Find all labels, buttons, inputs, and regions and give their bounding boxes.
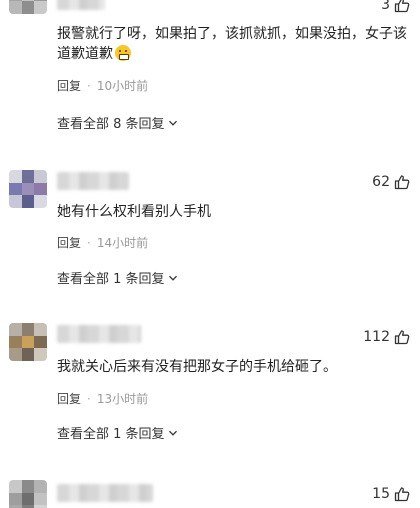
comment-item: 3 报警就行了呀，如果拍了，该抓就抓，如果没拍，女子该道歉道歉 回复 · 10小…	[0, 0, 420, 160]
like-button[interactable]: 15	[372, 484, 410, 504]
chevron-down-icon	[168, 120, 177, 126]
like-button[interactable]: 3	[381, 0, 410, 15]
timestamp: 10小时前	[96, 79, 149, 93]
like-count: 15	[372, 486, 390, 502]
comment-item: 15	[0, 474, 420, 508]
username[interactable]	[57, 325, 141, 343]
like-button[interactable]: 112	[363, 327, 410, 347]
thumbs-up-icon	[394, 487, 410, 502]
reply-button[interactable]: 回复	[57, 390, 81, 407]
avatar[interactable]	[9, 0, 47, 14]
thumbs-up-icon	[394, 175, 410, 190]
avatar[interactable]	[9, 323, 47, 361]
thumbs-up-icon	[394, 330, 410, 345]
timestamp: 14小时前	[96, 236, 149, 250]
username[interactable]	[57, 0, 105, 10]
timestamp: 13小时前	[96, 392, 149, 406]
chevron-down-icon	[168, 430, 177, 436]
username[interactable]	[57, 172, 129, 190]
view-all-replies[interactable]: 查看全部 1 条回复	[57, 423, 178, 442]
separator-dot: ·	[87, 78, 91, 93]
avatar[interactable]	[9, 170, 47, 208]
separator-dot: ·	[87, 391, 91, 406]
comment-item: 112 我就关心后来有没有把那女子的手机给砸了。 回复 · 13小时前 查看全部…	[0, 317, 420, 477]
thumbs-up-icon	[394, 0, 410, 13]
avatar[interactable]	[9, 480, 47, 508]
comment-text: 报警就行了呀，如果拍了，该抓就抓，如果没拍，女子该道歉道歉	[57, 26, 407, 62]
reply-button[interactable]: 回复	[57, 234, 81, 251]
comment-meta: 回复 · 13小时前	[57, 390, 148, 407]
comment-text: 她有什么权利看别人手机	[57, 204, 211, 220]
comment-meta: 回复 · 14小时前	[57, 234, 148, 251]
separator-dot: ·	[87, 235, 91, 250]
grimace-emoji-icon	[115, 45, 131, 61]
view-all-replies[interactable]: 查看全部 1 条回复	[57, 268, 178, 287]
username[interactable]	[57, 484, 153, 502]
like-count: 3	[381, 0, 390, 13]
comment-meta: 回复 · 10小时前	[57, 77, 148, 94]
reply-button[interactable]: 回复	[57, 77, 81, 94]
chevron-down-icon	[168, 275, 177, 281]
like-count: 62	[372, 174, 390, 190]
comment-item: 62 她有什么权利看别人手机 回复 · 14小时前 查看全部 1 条回复	[0, 160, 420, 320]
comment-text: 我就关心后来有没有把那女子的手机给砸了。	[57, 359, 337, 375]
view-all-replies[interactable]: 查看全部 8 条回复	[57, 113, 178, 132]
like-count: 112	[363, 329, 390, 345]
like-button[interactable]: 62	[372, 172, 410, 192]
